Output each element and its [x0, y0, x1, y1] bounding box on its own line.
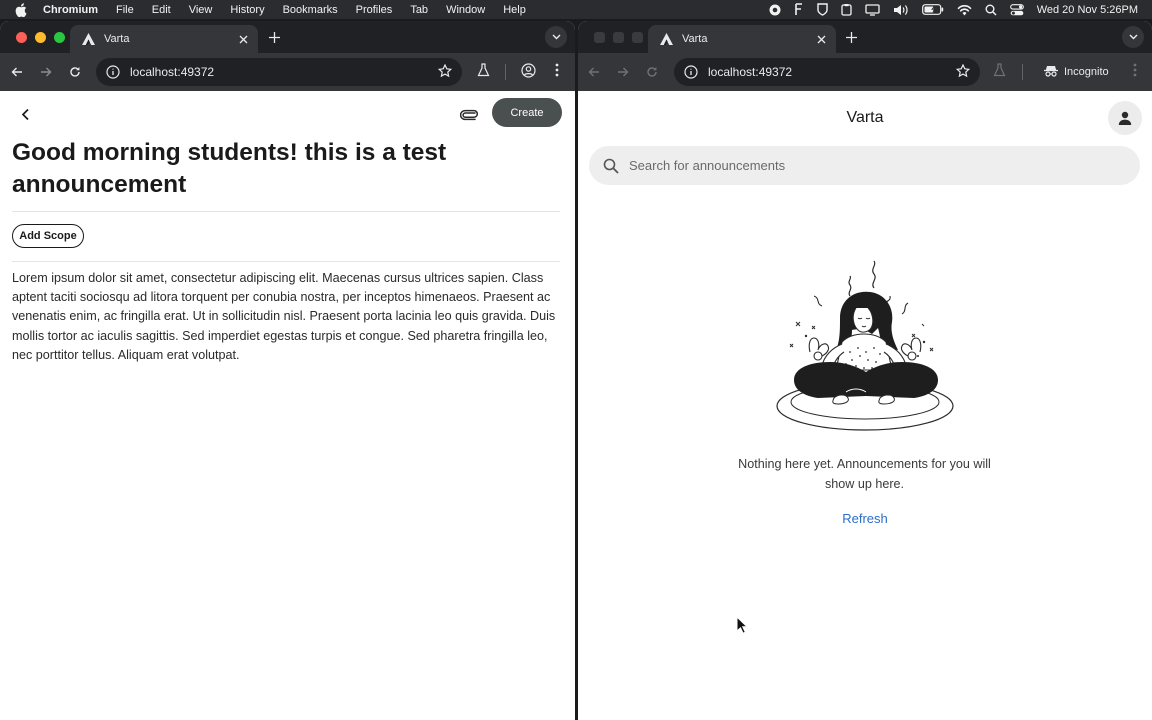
back-arrow-icon[interactable]	[580, 58, 608, 86]
tab-search-button[interactable]	[1122, 26, 1144, 48]
tab-title: Varta	[682, 33, 708, 45]
tab-strip: Varta	[0, 21, 575, 53]
add-scope-button[interactable]: Add Scope	[12, 224, 84, 248]
address-url: localhost:49372	[708, 65, 793, 79]
bookmark-star-icon[interactable]	[437, 63, 453, 81]
back-arrow-icon[interactable]	[3, 58, 31, 86]
incognito-label: Incognito	[1064, 66, 1109, 78]
forward-arrow-icon[interactable]	[32, 58, 60, 86]
search-icon	[603, 157, 621, 175]
wifi-icon[interactable]	[957, 4, 972, 16]
menubar-clock[interactable]: Wed 20 Nov 5:26PM	[1037, 4, 1138, 16]
macos-menu-bar: Chromium File Edit View History Bookmark…	[0, 0, 1152, 19]
close-window-button[interactable]	[594, 32, 605, 43]
record-icon[interactable]	[769, 4, 781, 16]
announcement-editor-page: Create Good morning students! this is a …	[0, 91, 575, 720]
forward-arrow-icon[interactable]	[609, 58, 637, 86]
volume-icon[interactable]	[893, 4, 909, 16]
search-bar[interactable]	[589, 146, 1140, 185]
zoom-window-button[interactable]	[632, 32, 643, 43]
tab-varta[interactable]: Varta	[70, 25, 258, 53]
user-avatar[interactable]	[1108, 101, 1142, 135]
figma-icon[interactable]	[794, 3, 804, 16]
zoom-window-button[interactable]	[54, 32, 65, 43]
minimize-window-button[interactable]	[35, 32, 46, 43]
empty-state-message: Nothing here yet. Announcements for you …	[738, 457, 991, 491]
paperclip-attach-icon[interactable]	[458, 103, 482, 127]
profile-icon[interactable]	[521, 63, 536, 83]
refresh-link[interactable]: Refresh	[578, 511, 1152, 526]
address-url: localhost:49372	[130, 65, 215, 79]
search-input[interactable]	[629, 158, 1109, 173]
apple-logo-icon[interactable]	[15, 2, 29, 17]
browser-toolbar: localhost:49372 Incognito	[578, 53, 1152, 91]
close-window-button[interactable]	[16, 32, 27, 43]
window-controls	[594, 32, 643, 43]
toolbar-divider	[1022, 64, 1023, 80]
announcement-title[interactable]: Good morning students! this is a test an…	[12, 137, 552, 201]
right-browser-window: Varta localhost:49372 Incognito Varta Se…	[578, 21, 1152, 720]
spotlight-search-icon[interactable]	[985, 4, 997, 16]
display-icon[interactable]	[865, 3, 880, 16]
bitwarden-shield-icon[interactable]	[817, 3, 828, 16]
announcements-feed-page: Varta Search for announcements Nothing h…	[578, 91, 1152, 720]
new-tab-button[interactable]	[842, 28, 860, 46]
bookmark-star-icon[interactable]	[955, 63, 971, 81]
browser-toolbar: localhost:49372	[0, 53, 575, 91]
tab-close-icon[interactable]	[236, 32, 250, 46]
minimize-window-button[interactable]	[613, 32, 624, 43]
tab-close-icon[interactable]	[814, 32, 828, 46]
title-divider	[12, 211, 560, 212]
tab-title: Varta	[104, 33, 130, 45]
window-controls	[16, 32, 65, 43]
menu-history[interactable]: History	[230, 4, 264, 16]
reload-icon[interactable]	[638, 58, 666, 86]
site-info-icon[interactable]	[684, 64, 700, 80]
reload-icon[interactable]	[61, 58, 89, 86]
labs-flask-icon[interactable]	[993, 63, 1006, 82]
tab-search-button[interactable]	[545, 26, 567, 48]
menu-tab[interactable]: Tab	[410, 4, 428, 16]
site-info-icon[interactable]	[106, 64, 122, 80]
address-bar[interactable]: localhost:49372	[96, 58, 462, 86]
tab-strip: Varta	[578, 21, 1152, 53]
back-chevron-icon[interactable]	[14, 103, 36, 125]
labs-flask-icon[interactable]	[477, 63, 490, 82]
app-title: Varta	[846, 109, 884, 126]
menu-window[interactable]: Window	[446, 4, 485, 16]
varta-favicon-icon	[82, 32, 96, 46]
menu-file[interactable]: File	[116, 4, 134, 16]
toolbar-divider	[505, 64, 506, 80]
scope-divider	[12, 261, 560, 262]
create-button[interactable]: Create	[492, 98, 562, 127]
varta-favicon-icon	[660, 32, 674, 46]
left-browser-window: Varta localhost:49372 Create Good mornin…	[0, 21, 575, 720]
address-bar[interactable]: localhost:49372	[674, 58, 980, 86]
menu-app-name[interactable]: Chromium	[43, 4, 98, 16]
menu-edit[interactable]: Edit	[152, 4, 171, 16]
menu-profiles[interactable]: Profiles	[356, 4, 393, 16]
status-area: Wed 20 Nov 5:26PM	[769, 0, 1138, 19]
person-icon	[1118, 111, 1132, 125]
tab-varta[interactable]: Varta	[648, 25, 836, 53]
meditating-person-illustration	[776, 260, 954, 431]
battery-icon[interactable]	[921, 4, 944, 15]
clipboard-icon[interactable]	[841, 3, 852, 16]
announcement-body[interactable]: Lorem ipsum dolor sit amet, consectetur …	[12, 269, 562, 365]
menu-help[interactable]: Help	[503, 4, 526, 16]
chrome-menu-icon[interactable]	[555, 63, 559, 82]
new-tab-button[interactable]	[265, 28, 283, 46]
mouse-cursor-icon	[736, 616, 748, 634]
menu-view[interactable]: View	[189, 4, 213, 16]
menu-bookmarks[interactable]: Bookmarks	[283, 4, 338, 16]
incognito-indicator[interactable]: Incognito	[1034, 59, 1119, 85]
chrome-menu-icon[interactable]	[1133, 63, 1137, 82]
control-center-icon[interactable]	[1009, 3, 1024, 16]
incognito-icon	[1044, 65, 1058, 80]
